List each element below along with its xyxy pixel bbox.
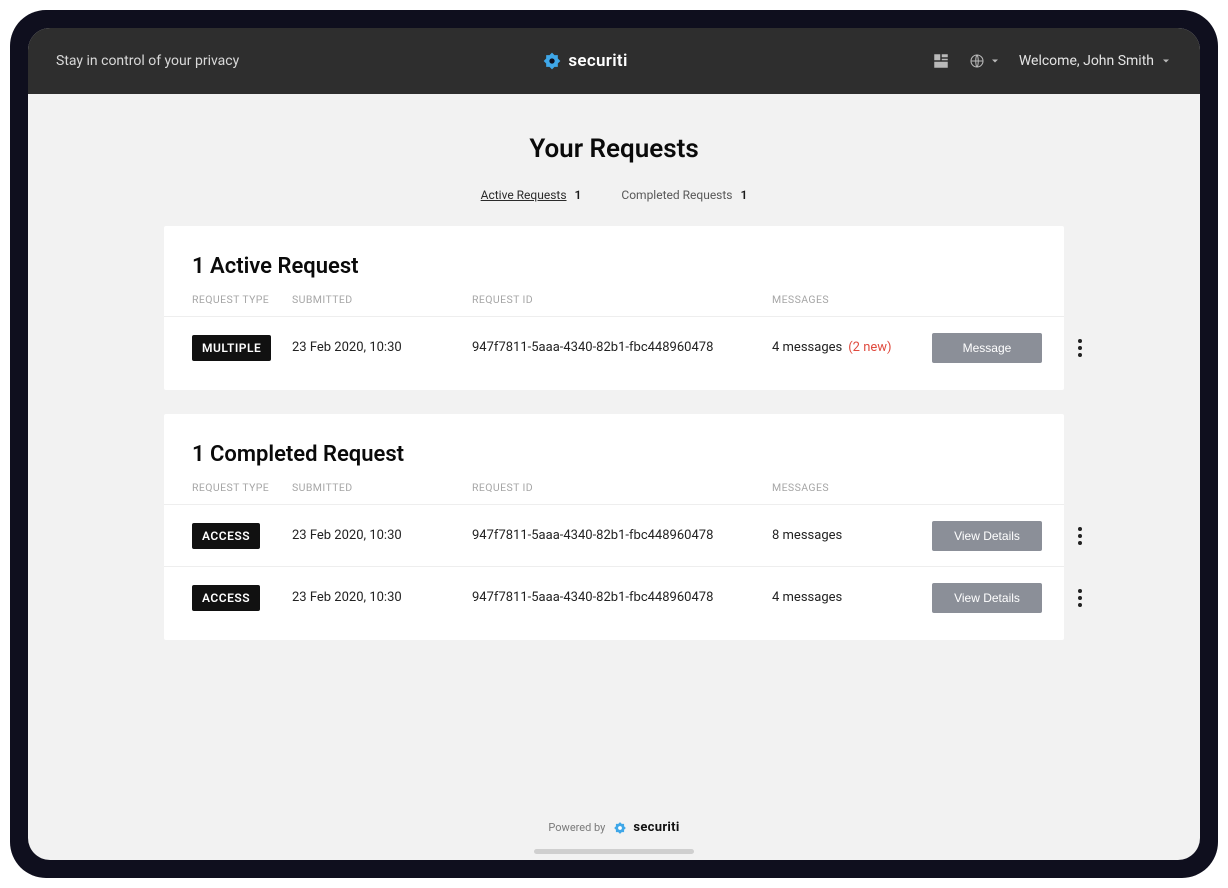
powered-by-text: Powered by [548,821,605,834]
kebab-menu-icon[interactable] [1068,586,1092,610]
globe-icon [969,53,985,69]
user-menu[interactable]: Welcome, John Smith [1019,53,1172,69]
col-submitted: SUBMITTED [292,293,472,306]
tab-completed-requests[interactable]: Completed Requests 1 [621,188,747,202]
col-request-id: REQUEST ID [472,481,772,494]
kebab-menu-icon[interactable] [1068,524,1092,548]
submitted-cell: 23 Feb 2020, 10:30 [292,340,472,355]
submitted-cell: 23 Feb 2020, 10:30 [292,528,472,543]
footer: Powered by securiti [28,820,1200,835]
completed-requests-card: 1 Completed Request REQUEST TYPE SUBMITT… [164,414,1064,640]
view-details-button[interactable]: View Details [932,521,1042,551]
footer-brand-logo[interactable]: securiti [613,820,679,835]
messages-count: 4 messages [772,590,842,605]
messages-count: 8 messages [772,528,842,543]
col-request-type: REQUEST TYPE [192,481,292,494]
brand-logo[interactable]: securiti [542,51,627,71]
table-row: ACCESS 23 Feb 2020, 10:30 947f7811-5aaa-… [164,566,1064,628]
table-row: ACCESS 23 Feb 2020, 10:30 947f7811-5aaa-… [164,504,1064,566]
tab-count: 1 [575,188,582,202]
table-header: REQUEST TYPE SUBMITTED REQUEST ID MESSAG… [164,481,1064,504]
col-messages: MESSAGES [772,293,932,306]
request-type-badge: ACCESS [192,585,260,611]
messages-cell: 4 messages [772,590,932,605]
col-request-id: REQUEST ID [472,293,772,306]
request-type-badge: MULTIPLE [192,335,271,361]
col-submitted: SUBMITTED [292,481,472,494]
chevron-down-icon [1160,55,1172,67]
messages-new: (2 new) [848,340,891,355]
tab-active-requests[interactable]: Active Requests 1 [481,188,582,202]
active-requests-card: 1 Active Request REQUEST TYPE SUBMITTED … [164,226,1064,390]
kebab-menu-icon[interactable] [1068,336,1092,360]
topbar: Stay in control of your privacy securiti [28,28,1200,94]
content-area: Your Requests Active Requests 1 Complete… [28,94,1200,860]
request-id-cell: 947f7811-5aaa-4340-82b1-fbc448960478 [472,528,772,543]
col-request-type: REQUEST TYPE [192,293,292,306]
table-header: REQUEST TYPE SUBMITTED REQUEST ID MESSAG… [164,293,1064,316]
grid-icon[interactable] [931,51,951,71]
home-indicator [534,849,694,854]
topbar-tagline: Stay in control of your privacy [56,53,239,69]
tab-label: Active Requests [481,188,567,202]
section-title: 1 Active Request [164,254,1064,293]
request-id-cell: 947f7811-5aaa-4340-82b1-fbc448960478 [472,340,772,355]
tab-label: Completed Requests [621,188,732,202]
request-id-cell: 947f7811-5aaa-4340-82b1-fbc448960478 [472,590,772,605]
section-title: 1 Completed Request [164,442,1064,481]
messages-cell: 4 messages (2 new) [772,340,932,355]
welcome-text: Welcome, John Smith [1019,53,1154,69]
message-button[interactable]: Message [932,333,1042,363]
page-title: Your Requests [28,134,1200,164]
messages-cell: 8 messages [772,528,932,543]
brand-logo-icon [613,821,627,835]
brand-name: securiti [568,51,627,71]
submitted-cell: 23 Feb 2020, 10:30 [292,590,472,605]
tabs: Active Requests 1 Completed Requests 1 [28,188,1200,202]
tab-count: 1 [741,188,748,202]
footer-brand-name: securiti [633,820,679,835]
chevron-down-icon [989,55,1001,67]
messages-count: 4 messages [772,340,842,355]
table-row: MULTIPLE 23 Feb 2020, 10:30 947f7811-5aa… [164,316,1064,378]
view-details-button[interactable]: View Details [932,583,1042,613]
col-messages: MESSAGES [772,481,932,494]
request-type-badge: ACCESS [192,523,260,549]
brand-logo-icon [542,51,562,71]
language-selector[interactable] [969,53,1001,69]
